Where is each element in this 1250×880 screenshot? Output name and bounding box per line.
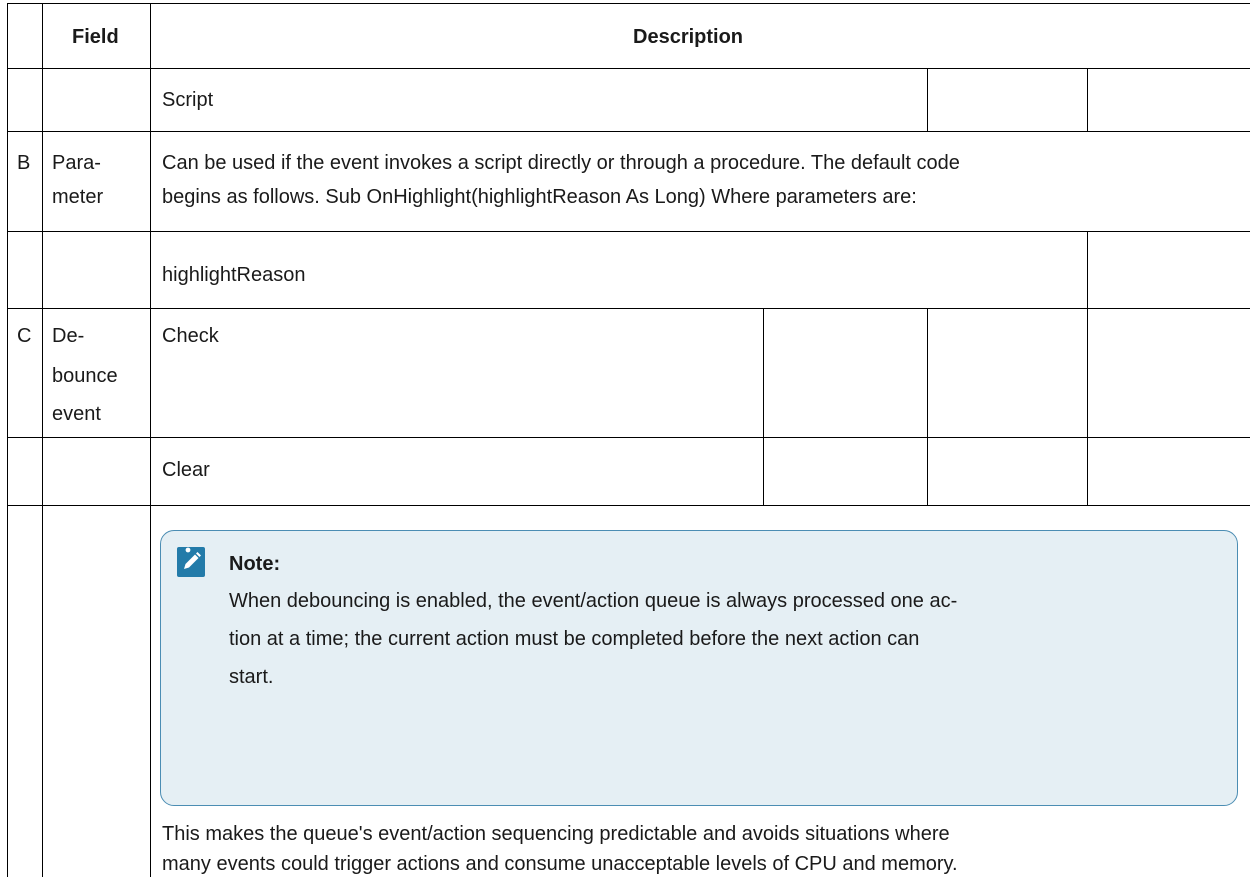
row-divider: [7, 437, 1250, 438]
cell-script: Script: [162, 89, 214, 111]
field-debounce-line2: bounce: [52, 365, 118, 387]
note-title: Note:: [229, 553, 281, 575]
row-divider: [7, 505, 1250, 506]
row-divider: [7, 308, 1250, 309]
column-divider: [150, 3, 151, 877]
column-divider: [42, 3, 43, 877]
row-letter-b: B: [17, 152, 31, 174]
field-debounce-line1: De-: [52, 325, 85, 347]
header-bottom-border: [7, 68, 1250, 69]
note-callout: Note: When debouncing is enabled, the ev…: [160, 530, 1238, 806]
document-table: Field Description Script B Para- meter C…: [0, 0, 1250, 877]
note-line: When debouncing is enabled, the event/ac…: [229, 590, 958, 612]
field-column-header: Field: [72, 26, 119, 48]
row-divider: [7, 131, 1250, 132]
field-parameter-line1: Para-: [52, 152, 101, 174]
cell-highlight-reason: highlightReason: [162, 264, 306, 286]
cell-divider: [927, 308, 928, 505]
row-divider: [7, 231, 1250, 232]
cell-divider: [1087, 308, 1088, 505]
note-line: tion at a time; the current action must …: [229, 628, 920, 650]
cell-check: Check: [162, 325, 219, 347]
cell-divider: [763, 308, 764, 505]
field-parameter-line2: meter: [52, 186, 104, 208]
table-top-border: [7, 3, 1250, 4]
description-column-header: Description: [633, 26, 744, 48]
cell-clear: Clear: [162, 459, 210, 481]
note-line: start.: [229, 666, 274, 688]
parameter-description-line2: begins as follows. Sub OnHighlight(highl…: [162, 186, 917, 208]
cell-divider: [1087, 231, 1088, 308]
cell-divider: [1087, 68, 1088, 131]
table-left-border: [7, 3, 8, 877]
parameter-description-line1: Can be used if the event invokes a scrip…: [162, 152, 960, 174]
paragraph-line: This makes the queue's event/action sequ…: [162, 823, 950, 845]
paragraph-line: many events could trigger actions and co…: [162, 853, 958, 875]
row-letter-c: C: [17, 325, 32, 347]
cell-divider: [927, 68, 928, 131]
pencil-note-icon: [177, 547, 205, 577]
field-debounce-line3: event: [52, 403, 101, 425]
note-body: When debouncing is enabled, the event/ac…: [229, 582, 1219, 696]
